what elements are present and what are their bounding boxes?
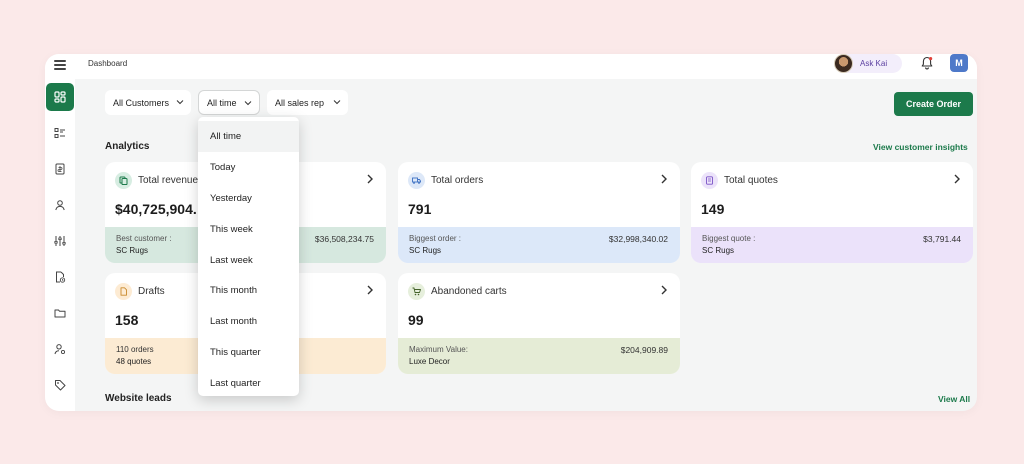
abandoned-carts-card[interactable]: Abandoned carts 99 Maximum Value: Luxe D…	[398, 273, 680, 374]
time-option-this-week[interactable]: This week	[198, 214, 299, 245]
card-title: Total revenue	[138, 175, 199, 186]
total-orders-card[interactable]: Total orders 791 Biggest order : SC Rugs…	[398, 162, 680, 263]
detail-label: Biggest order :	[409, 234, 462, 243]
checklist-icon	[54, 128, 65, 138]
chevron-right-icon[interactable]	[365, 284, 375, 296]
detail-quotes: 48 quotes	[116, 357, 152, 366]
detail-amount: $36,508,234.75	[314, 234, 374, 244]
file-clock-icon	[56, 271, 66, 283]
revenue-icon	[115, 172, 132, 189]
card-value: $40,725,904.	[115, 201, 197, 217]
time-option-last-week[interactable]: Last week	[198, 245, 299, 276]
sidebar-item-dashboard[interactable]	[46, 83, 74, 111]
chevron-right-icon[interactable]	[952, 173, 962, 185]
draft-icon	[115, 283, 132, 300]
detail-name: Luxe Decor	[409, 357, 450, 366]
sidebar-item-team[interactable]	[45, 336, 75, 362]
card-title: Drafts	[138, 286, 165, 297]
time-dropdown-menu: All time Today Yesterday This week Last …	[198, 117, 299, 396]
sidebar-item-invoices[interactable]	[45, 156, 75, 182]
time-filter-label: All time	[207, 97, 237, 108]
chevron-down-icon	[244, 101, 252, 106]
ask-kai-label: Ask Kai	[860, 59, 888, 68]
card-value: 149	[701, 201, 725, 217]
truck-icon	[408, 172, 425, 189]
user-icon	[55, 200, 65, 211]
card-value: 791	[408, 201, 432, 217]
time-option-this-quarter[interactable]: This quarter	[198, 337, 299, 368]
view-customer-insights-link[interactable]: View customer insights	[873, 142, 968, 152]
chevron-right-icon[interactable]	[365, 173, 375, 185]
detail-amount: $204,909.89	[620, 345, 668, 355]
sidebar-item-customers[interactable]	[45, 192, 75, 218]
sidebar-item-reports[interactable]	[45, 264, 75, 290]
ask-kai-button[interactable]: Ask Kai	[834, 54, 902, 73]
kai-avatar	[834, 54, 853, 73]
card-title: Total quotes	[724, 175, 778, 186]
time-option-all-time[interactable]: All time	[198, 121, 299, 152]
chevron-down-icon	[333, 100, 341, 105]
time-option-last-quarter[interactable]: Last quarter	[198, 368, 299, 396]
sidebar	[45, 79, 75, 411]
quote-icon	[701, 172, 718, 189]
detail-amount: $3,791.44	[923, 234, 961, 244]
sidebar-item-files[interactable]	[45, 300, 75, 326]
bell-icon[interactable]	[921, 56, 933, 70]
customers-filter-label: All Customers	[113, 97, 170, 108]
time-option-today[interactable]: Today	[198, 152, 299, 183]
total-quotes-card[interactable]: Total quotes 149 Biggest quote : SC Rugs…	[691, 162, 973, 263]
time-option-yesterday[interactable]: Yesterday	[198, 183, 299, 214]
detail-label: Biggest quote :	[702, 234, 756, 243]
card-title: Total orders	[431, 175, 484, 186]
time-option-last-month[interactable]: Last month	[198, 306, 299, 337]
folder-icon	[54, 309, 66, 318]
cart-icon	[408, 283, 425, 300]
app-window: Dashboard Ask Kai M All Customers All ti…	[45, 54, 977, 411]
detail-name: SC Rugs	[702, 246, 735, 255]
detail-label: Best customer :	[116, 234, 172, 243]
sidebar-item-settings[interactable]	[45, 228, 75, 254]
user-settings-icon	[54, 344, 66, 355]
view-all-link[interactable]: View All	[938, 394, 970, 404]
time-filter[interactable]: All time	[198, 90, 260, 115]
detail-orders: 110 orders	[116, 345, 154, 354]
card-title: Abandoned carts	[431, 286, 507, 297]
chevron-right-icon[interactable]	[659, 173, 669, 185]
detail-name: SC Rugs	[116, 246, 149, 255]
card-detail: Biggest order : SC Rugs $32,998,340.02	[398, 227, 680, 263]
card-value: 158	[115, 312, 139, 328]
sidebar-item-list[interactable]	[45, 120, 75, 146]
detail-name: SC Rugs	[409, 246, 442, 255]
invoice-icon	[55, 163, 65, 175]
sales-rep-filter[interactable]: All sales rep	[267, 90, 348, 115]
menu-icon[interactable]	[54, 60, 66, 70]
time-option-this-month[interactable]: This month	[198, 275, 299, 306]
breadcrumb: Dashboard	[88, 59, 128, 68]
dashboard-icon	[54, 91, 66, 103]
chevron-down-icon	[176, 100, 184, 105]
detail-label: Maximum Value:	[409, 345, 468, 354]
customers-filter[interactable]: All Customers	[105, 90, 191, 115]
sidebar-item-tags[interactable]	[45, 372, 75, 398]
sliders-icon	[54, 236, 66, 246]
card-detail: Biggest quote : SC Rugs $3,791.44	[691, 227, 973, 263]
website-leads-title: Website leads	[105, 393, 172, 404]
detail-amount: $32,998,340.02	[608, 234, 668, 244]
user-avatar[interactable]: M	[950, 54, 968, 72]
chevron-right-icon[interactable]	[659, 284, 669, 296]
sales-rep-filter-label: All sales rep	[275, 97, 325, 108]
card-value: 99	[408, 312, 424, 328]
tag-icon	[55, 380, 66, 391]
top-bar: Dashboard Ask Kai M	[45, 54, 977, 79]
analytics-title: Analytics	[105, 141, 150, 152]
card-detail: Maximum Value: Luxe Decor $204,909.89	[398, 338, 680, 374]
create-order-button[interactable]: Create Order	[894, 92, 973, 116]
